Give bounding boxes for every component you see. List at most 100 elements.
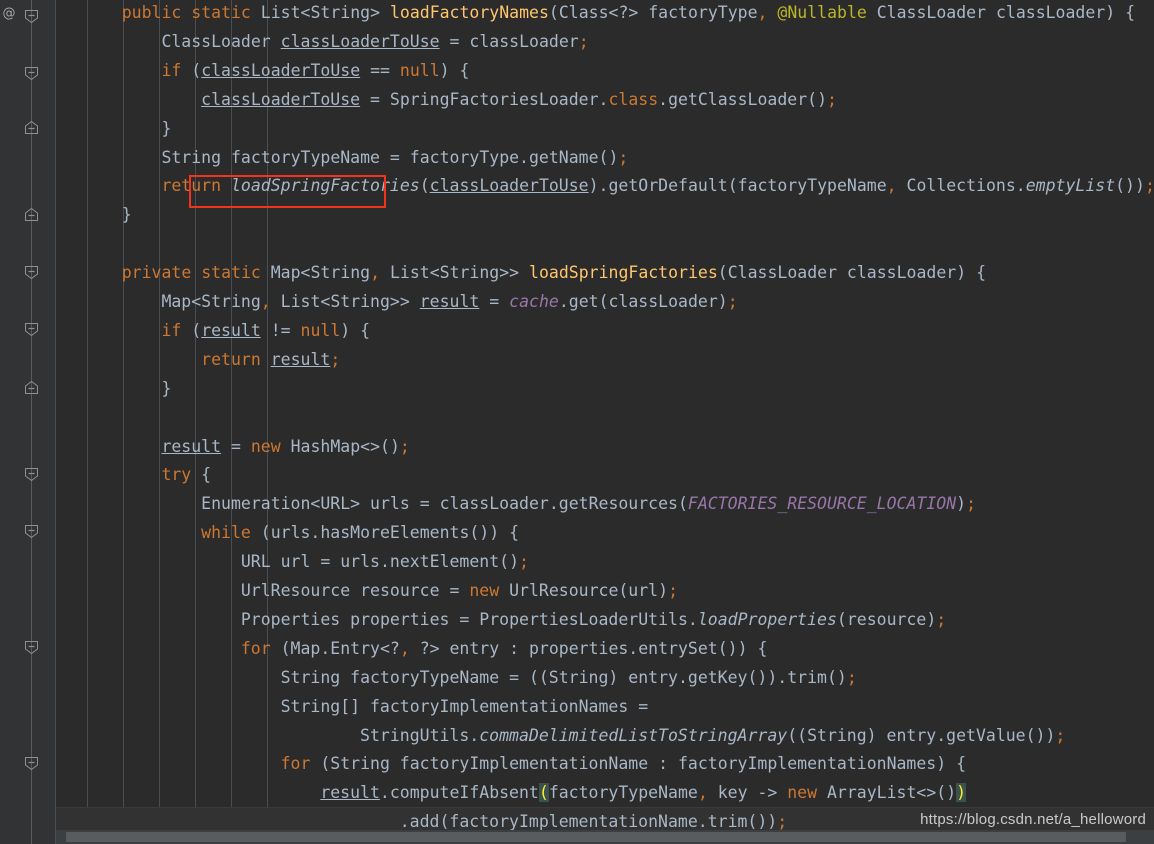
token-27-0: result	[320, 783, 380, 803]
fold-marker-for-implementation[interactable]	[24, 756, 39, 771]
indent-guide-5	[267, 0, 268, 844]
code-line-14[interactable]	[82, 403, 92, 432]
code-line-11[interactable]: if (result != null) {	[161, 316, 370, 345]
token-28-0: .add(factoryImplementationName.trim())	[399, 812, 778, 832]
fold-marker-try-block[interactable]	[24, 467, 39, 482]
token-3-3: .getClassLoader()	[658, 89, 828, 109]
code-editor[interactable]: @ public static List<String> loadFactory…	[0, 0, 1154, 844]
token-20-3: ;	[668, 581, 678, 600]
token-9-2: static	[201, 263, 261, 283]
token-2-5: ) {	[439, 60, 470, 80]
token-15-1: =	[221, 436, 251, 456]
editor-gutter[interactable]: @	[0, 0, 56, 844]
code-line-4[interactable]: }	[161, 114, 171, 143]
code-line-12[interactable]: return result;	[201, 345, 340, 374]
token-25-3: ;	[1055, 725, 1066, 745]
token-27-2: (	[538, 783, 549, 803]
fold-marker-if-result-notnull[interactable]	[24, 322, 39, 337]
token-3-0: classLoaderToUse	[201, 89, 361, 109]
token-20-0: UrlResource resource =	[240, 581, 470, 600]
token-10-1: ,	[260, 292, 271, 311]
fold-marker-while-block[interactable]	[24, 524, 39, 539]
token-18-0: while	[201, 523, 251, 543]
token-10-6: .get(classLoader)	[558, 292, 728, 311]
code-line-2[interactable]: if (classLoaderToUse == null) {	[161, 56, 469, 85]
token-21-2: (resource)	[836, 609, 937, 629]
fold-marker-block-end-2[interactable]	[24, 380, 39, 395]
token-27-6: new	[787, 783, 818, 803]
token-2-2: classLoaderToUse	[201, 60, 361, 80]
code-line-0[interactable]: public static List<String> loadFactoryNa…	[122, 0, 1135, 27]
fold-marker-method-loadSpringFactories[interactable]	[24, 265, 39, 280]
token-6-2: loadSpringFactories	[230, 176, 420, 196]
code-line-17[interactable]: Enumeration<URL> urls = classLoader.getR…	[201, 489, 976, 518]
code-line-8[interactable]	[82, 229, 92, 258]
code-line-22[interactable]: for (Map.Entry<?, ?> entry : properties.…	[241, 634, 768, 663]
fold-marker-block-end-1[interactable]	[24, 120, 39, 135]
code-line-26[interactable]: for (String factoryImplementationName : …	[281, 749, 966, 778]
code-line-25[interactable]: StringUtils.commaDelimitedListToStringAr…	[360, 721, 1065, 750]
token-12-3: ;	[330, 349, 341, 369]
token-0-3: List<String>	[250, 3, 390, 22]
token-10-5: cache	[509, 292, 559, 311]
at-annotation-gutter-icon[interactable]: @	[1, 4, 17, 24]
token-2-0: if	[161, 60, 182, 80]
code-line-23[interactable]: String factoryTypeName = ((String) entry…	[281, 663, 857, 692]
token-0-8: @Nullable	[777, 3, 867, 22]
token-13-0: }	[161, 378, 172, 398]
horizontal-scrollbar-track[interactable]	[56, 830, 1154, 844]
indent-guide-3	[195, 0, 196, 844]
token-9-1	[191, 263, 201, 282]
code-line-20[interactable]: UrlResource resource = new UrlResource(u…	[241, 576, 678, 605]
token-22-2: ,	[399, 638, 410, 658]
code-line-6[interactable]: return loadSpringFactories(classLoaderTo…	[161, 171, 1154, 200]
indent-guide-2	[159, 0, 160, 844]
code-line-9[interactable]: private static Map<String, List<String>>…	[122, 258, 986, 287]
code-line-3[interactable]: classLoaderToUse = SpringFactoriesLoader…	[201, 85, 837, 114]
indent-guide-4	[231, 0, 232, 844]
token-6-0: return	[161, 176, 222, 196]
token-11-3: !=	[260, 320, 301, 340]
token-17-2: )	[956, 494, 967, 514]
code-line-21[interactable]: Properties properties = PropertiesLoader…	[241, 605, 946, 634]
token-0-2: static	[191, 3, 251, 22]
fold-marker-for-entry[interactable]	[24, 640, 39, 655]
code-line-19[interactable]: URL url = urls.nextElement();	[241, 547, 529, 576]
token-10-4: =	[479, 292, 510, 311]
token-6-3: (	[419, 176, 430, 196]
token-27-3: factoryTypeName	[548, 783, 698, 803]
token-10-7: ;	[727, 292, 738, 311]
token-15-3: HashMap<>()	[280, 436, 400, 456]
horizontal-scrollbar-thumb[interactable]	[66, 832, 1126, 842]
code-line-15[interactable]: result = new HashMap<>();	[161, 432, 409, 461]
code-line-18[interactable]: while (urls.hasMoreElements()) {	[201, 518, 519, 547]
token-6-9: ())	[1115, 176, 1145, 196]
token-6-4: classLoaderToUse	[429, 176, 589, 196]
fold-marker-method-end-1[interactable]	[24, 207, 39, 222]
code-line-13[interactable]: }	[161, 374, 171, 403]
code-line-24[interactable]: String[] factoryImplementationNames =	[281, 692, 649, 721]
token-0-6: ,	[757, 3, 768, 22]
token-20-2: UrlResource(url)	[499, 581, 669, 600]
token-2-1: (	[181, 60, 202, 80]
code-line-1[interactable]: ClassLoader classLoaderToUse = classLoad…	[161, 27, 588, 56]
code-content-area[interactable]: public static List<String> loadFactoryNa…	[56, 0, 1154, 844]
code-line-7[interactable]: }	[122, 200, 132, 229]
token-11-0: if	[161, 320, 182, 340]
token-21-1: loadProperties	[697, 609, 837, 629]
fold-marker-if-classloader-null[interactable]	[24, 66, 39, 81]
token-27-8: )	[956, 783, 967, 803]
token-0-9: ClassLoader classLoader) {	[866, 3, 1136, 22]
token-27-5: key ->	[707, 783, 788, 803]
token-27-1: .computeIfAbsent	[379, 783, 539, 803]
code-line-27[interactable]: result.computeIfAbsent(factoryTypeName, …	[320, 778, 967, 807]
fold-marker-method-loadFactoryNames[interactable]	[24, 9, 39, 24]
token-6-5: ).getOrDefault(factoryTypeName	[588, 176, 887, 196]
code-line-10[interactable]: Map<String, List<String>> result = cache…	[161, 287, 737, 316]
token-11-1: (	[181, 320, 202, 340]
code-line-16[interactable]: try {	[161, 460, 211, 489]
code-line-5[interactable]: String factoryTypeName = factoryType.get…	[161, 143, 628, 172]
token-21-3: ;	[936, 609, 947, 629]
token-9-6: loadSpringFactories	[529, 263, 718, 283]
token-21-0: Properties properties = PropertiesLoader…	[240, 609, 698, 629]
